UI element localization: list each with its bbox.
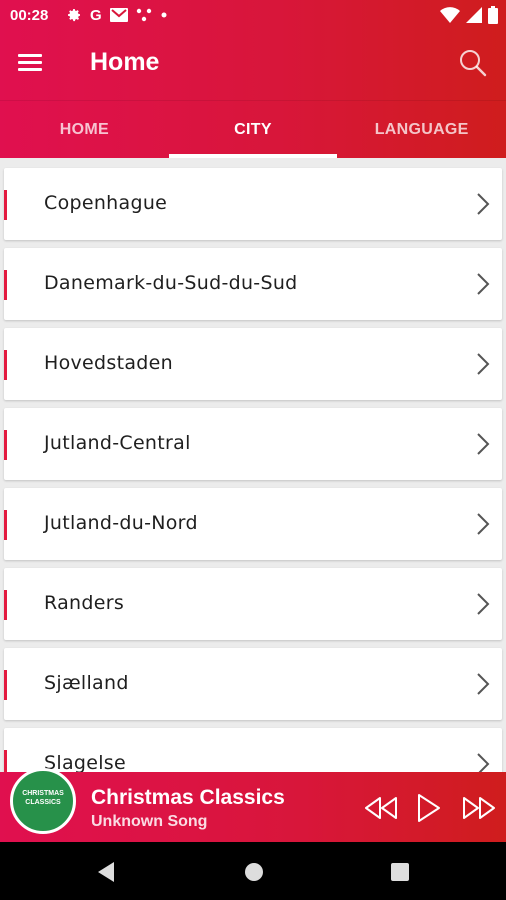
row-marker bbox=[4, 430, 7, 460]
recents-icon[interactable] bbox=[388, 860, 412, 884]
settings-icon bbox=[66, 4, 82, 26]
tab-bar: HOME CITY LANGUAGE bbox=[0, 100, 506, 158]
back-icon[interactable] bbox=[94, 860, 118, 884]
signal-icon bbox=[466, 7, 482, 28]
artwork-text: CHRISTMAS CLASSICS bbox=[22, 790, 64, 806]
play-icon[interactable] bbox=[416, 792, 442, 824]
station-artwork: CHRISTMAS CLASSICS bbox=[10, 768, 76, 834]
row-marker bbox=[4, 270, 7, 300]
list-item[interactable]: Danemark-du-Sud-du-Sud bbox=[4, 248, 502, 320]
list-item[interactable]: Randers bbox=[4, 568, 502, 640]
chevron-right-icon bbox=[477, 353, 490, 375]
chevron-right-icon bbox=[477, 193, 490, 215]
mail-icon bbox=[109, 4, 128, 26]
home-icon[interactable] bbox=[242, 860, 266, 884]
list-item[interactable]: Hovedstaden bbox=[4, 328, 502, 400]
status-bar: 00:28 G bbox=[0, 0, 506, 32]
list-item[interactable]: Jutland-Central bbox=[4, 408, 502, 480]
list-item-label: Jutland-Central bbox=[44, 432, 191, 454]
list-item-label: Copenhague bbox=[44, 192, 168, 214]
list-item-label: Danemark-du-Sud-du-Sud bbox=[44, 272, 298, 294]
chevron-right-icon bbox=[477, 753, 490, 772]
chevron-right-icon bbox=[477, 433, 490, 455]
row-marker bbox=[4, 590, 7, 620]
list-item[interactable]: Slagelse bbox=[4, 728, 502, 772]
row-marker bbox=[4, 190, 7, 220]
google-g-icon: G bbox=[90, 6, 102, 24]
row-marker bbox=[4, 510, 7, 540]
menu-icon[interactable] bbox=[18, 50, 52, 80]
list-item-label: Jutland-du-Nord bbox=[44, 512, 198, 534]
tab-city[interactable]: CITY bbox=[168, 101, 338, 158]
chevron-right-icon bbox=[477, 513, 490, 535]
rewind-icon[interactable] bbox=[364, 792, 398, 824]
list-item[interactable]: Copenhague bbox=[4, 168, 502, 240]
city-list: Copenhague Danemark-du-Sud-du-Sud Hoveds… bbox=[0, 158, 506, 772]
row-marker bbox=[4, 670, 7, 700]
mini-player[interactable]: CHRISTMAS CLASSICS Christmas Classics Un… bbox=[0, 768, 506, 842]
status-time: 00:28 bbox=[10, 7, 49, 24]
search-icon[interactable] bbox=[458, 48, 488, 78]
chevron-right-icon bbox=[477, 673, 490, 695]
fast-forward-icon[interactable] bbox=[462, 792, 496, 824]
top-header: 00:28 G Home HOME CITY LANGUAGE bbox=[0, 0, 506, 158]
notification-icons: G bbox=[66, 4, 168, 26]
row-marker bbox=[4, 350, 7, 380]
system-status-icons bbox=[440, 6, 498, 29]
tab-language[interactable]: LANGUAGE bbox=[337, 101, 506, 158]
row-marker bbox=[4, 750, 7, 772]
player-subtitle: Unknown Song bbox=[91, 813, 208, 830]
chevron-right-icon bbox=[477, 273, 490, 295]
list-item-label: Slagelse bbox=[44, 752, 126, 772]
network-dots-icon bbox=[136, 4, 152, 26]
battery-icon bbox=[488, 6, 498, 29]
list-item[interactable]: Sjælland bbox=[4, 648, 502, 720]
tab-home[interactable]: HOME bbox=[0, 101, 169, 158]
list-item-label: Randers bbox=[44, 592, 125, 614]
dot-icon bbox=[160, 4, 168, 26]
list-item[interactable]: Jutland-du-Nord bbox=[4, 488, 502, 560]
list-item-label: Sjælland bbox=[44, 672, 129, 694]
page-title: Home bbox=[90, 48, 160, 76]
wifi-icon bbox=[440, 7, 460, 28]
system-nav-bar bbox=[0, 842, 506, 900]
player-title: Christmas Classics bbox=[91, 786, 285, 809]
list-item-label: Hovedstaden bbox=[44, 352, 173, 374]
chevron-right-icon bbox=[477, 593, 490, 615]
app-bar: Home bbox=[0, 32, 506, 98]
